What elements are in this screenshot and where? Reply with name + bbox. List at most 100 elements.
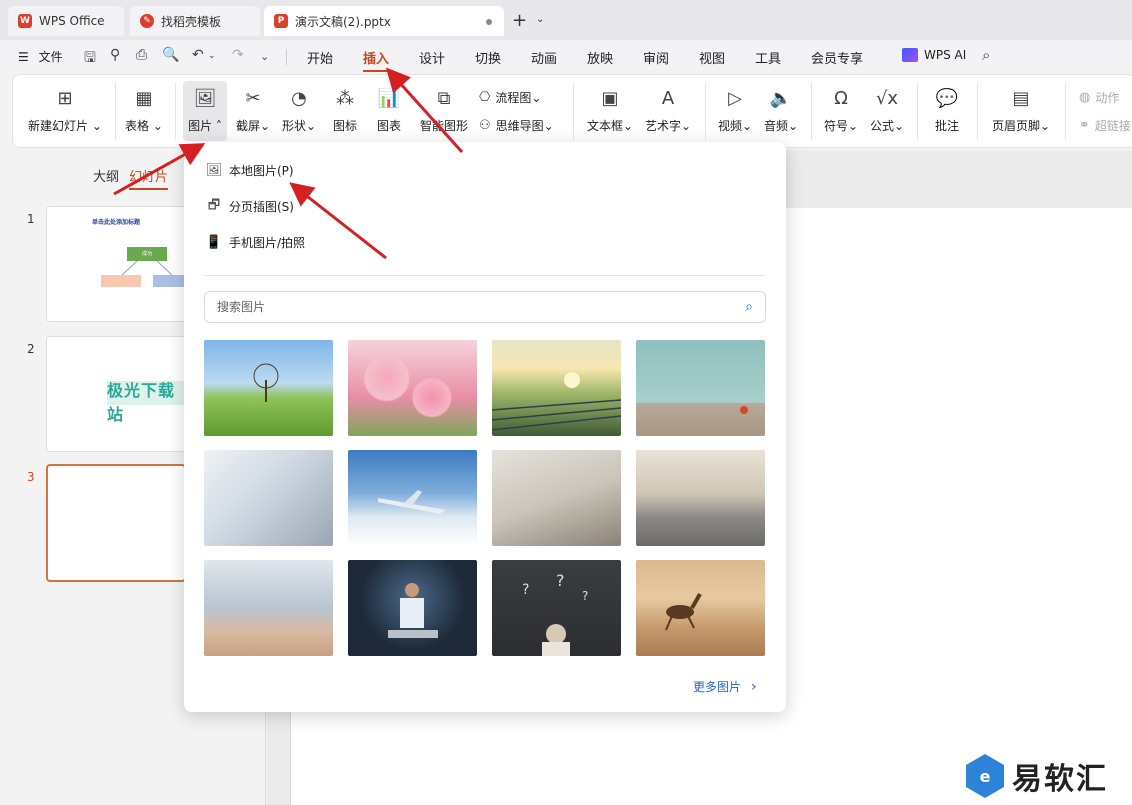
redo-icon[interactable]: ↷ xyxy=(232,47,244,63)
phone-image-icon: 📱 xyxy=(205,235,223,250)
new-tab-plus-icon[interactable]: + xyxy=(512,10,527,31)
screenshot-label: 截屏 xyxy=(235,119,260,133)
picture-search-input[interactable] xyxy=(217,300,746,314)
flowchart-icon: ⎔ xyxy=(479,90,491,105)
more-pictures-label: 更多图片 xyxy=(693,680,742,694)
smartart-icon: ⧉ xyxy=(437,87,451,109)
wps-ai-button[interactable]: WPS AI xyxy=(902,48,966,62)
mindmap-button[interactable]: ⚇ 思维导图 ⌄ xyxy=(479,117,554,134)
textbox-label: 文本框 xyxy=(586,119,623,133)
action-button[interactable]: ◍ 动作 xyxy=(1079,89,1119,106)
menu-transitions[interactable]: 切换 xyxy=(475,48,501,67)
tab-outline[interactable]: 大纲 xyxy=(93,166,119,185)
picture-button[interactable]: 🖼 图片 ˄ xyxy=(183,81,227,141)
local-picture-label: 本地图片(P) xyxy=(229,164,294,178)
tab-label: 找稻壳模板 xyxy=(161,14,222,29)
tab-bar: W WPS Office ✎ 找稻壳模板 P 演示文稿(2).pptx + ⌄ xyxy=(0,0,1132,40)
omega-icon: Ω xyxy=(834,87,848,109)
header-footer-label: 页眉页脚 xyxy=(991,119,1040,133)
print-preview-icon[interactable]: 🔍 xyxy=(162,47,179,63)
local-picture-item[interactable]: 🖼 本地图片(P) xyxy=(206,162,294,179)
solar-rows xyxy=(492,372,621,431)
horse-icon xyxy=(665,593,702,631)
speaker-icon: 🔈 xyxy=(769,87,793,109)
tab-wps-office[interactable]: W WPS Office xyxy=(8,6,124,36)
businessman-celebrating-photo[interactable] xyxy=(348,560,477,656)
symbol-button[interactable]: Ω 符号⌄ xyxy=(819,81,863,141)
screenshot-button[interactable]: ✂ 截屏⌄ xyxy=(231,81,275,141)
menu-view[interactable]: 视图 xyxy=(699,48,725,67)
airplane-icon xyxy=(378,490,446,514)
audio-button[interactable]: 🔈 音频⌄ xyxy=(759,81,803,141)
menu-member[interactable]: 会员专享 xyxy=(811,48,863,67)
new-slide-label: 新建幻灯片 xyxy=(28,119,89,133)
search-icon[interactable]: ⌕ xyxy=(982,46,990,64)
phone-picture-item[interactable]: 📱 手机图片/拍照 xyxy=(206,234,305,251)
paged-image-item[interactable]: 🗗 分页插图(S) xyxy=(206,198,294,215)
menu-start[interactable]: 开始 xyxy=(307,48,333,67)
icon-button[interactable]: ⁂ 图标 xyxy=(325,81,365,141)
slide-box-right xyxy=(153,275,185,287)
slide-thumbnail-2[interactable]: 极光下载站 xyxy=(46,336,186,452)
solar-farm-sunset-photo[interactable] xyxy=(492,340,621,436)
flowchart-button[interactable]: ⎔ 流程图 ⌄ xyxy=(479,89,541,106)
menu-tools[interactable]: 工具 xyxy=(755,48,781,67)
formula-button[interactable]: √x 公式⌄ xyxy=(865,81,909,141)
business-document-photo[interactable] xyxy=(492,450,621,546)
chart-button[interactable]: 📊 图表 xyxy=(369,81,409,141)
smartart-label: 智能图形 xyxy=(419,119,468,133)
more-chevron-icon[interactable]: ⌄ xyxy=(260,50,269,63)
print-icon[interactable]: ⎙ xyxy=(136,47,147,63)
table-icon: ▦ xyxy=(135,87,153,109)
divider xyxy=(977,83,978,139)
chalkboard-question-marks-photo[interactable]: ??? xyxy=(492,560,621,656)
slide-thumbnail-3[interactable] xyxy=(46,464,186,582)
question-marks: ??? xyxy=(522,571,588,656)
file-menu[interactable]: ☰ 文件 xyxy=(18,48,63,65)
gym-treadmills-photo[interactable] xyxy=(636,450,765,546)
wordart-button[interactable]: A 艺术字⌄ xyxy=(641,81,695,141)
smartart-button[interactable]: ⧉ 智能图形 xyxy=(415,81,473,141)
wps-ai-label: WPS AI xyxy=(924,48,967,62)
teal-wall-apple-photo[interactable] xyxy=(636,340,765,436)
tab-presentation[interactable]: P 演示文稿(2).pptx xyxy=(264,6,504,36)
slide-thumbnail-1[interactable]: 单击此处添加标题 成功 xyxy=(46,206,186,322)
tab-slides[interactable]: 幻灯片 xyxy=(129,166,169,190)
undo-icon[interactable]: ↶ xyxy=(192,47,204,63)
table-button[interactable]: ▦ 表格 ⌄ xyxy=(121,81,167,141)
tab-docer-templates[interactable]: ✎ 找稻壳模板 xyxy=(130,6,260,36)
link-icon[interactable]: ⚲ xyxy=(110,47,120,63)
tree-on-meadow-photo[interactable] xyxy=(204,340,333,436)
comment-button[interactable]: 💬 批注 xyxy=(927,81,967,141)
menu-design[interactable]: 设计 xyxy=(419,48,445,67)
search-icon[interactable]: ⌕ xyxy=(745,299,753,315)
picture-search-box[interactable]: ⌕ xyxy=(204,291,766,323)
airplane-sky-photo[interactable] xyxy=(348,450,477,546)
running-horse-photo[interactable] xyxy=(636,560,765,656)
slide-number: 2 xyxy=(27,342,35,356)
save-icon[interactable]: 🖫 xyxy=(84,47,96,71)
comment-icon: 💬 xyxy=(935,87,959,109)
comment-label: 批注 xyxy=(934,119,959,133)
video-button[interactable]: ▷ 视频⌄ xyxy=(713,81,757,141)
shape-button[interactable]: ◔ 形状⌄ xyxy=(277,81,321,141)
wps-ai-icon xyxy=(902,48,918,62)
hyperlink-button[interactable]: ⚭ 超链接 xyxy=(1079,117,1131,134)
wordart-icon: A xyxy=(661,87,675,109)
shape-label: 形状 xyxy=(281,119,306,133)
menu-animation[interactable]: 动画 xyxy=(531,48,557,67)
unsaved-dot-icon[interactable] xyxy=(486,19,492,25)
textbox-button[interactable]: ▣ 文本框⌄ xyxy=(585,81,635,141)
chevron-down-icon[interactable]: ⌄ xyxy=(536,14,544,25)
menu-insert[interactable]: 插入 xyxy=(363,48,390,72)
menu-review[interactable]: 审阅 xyxy=(643,48,669,67)
chevron-down-icon[interactable]: ⌄ xyxy=(208,51,216,61)
more-pictures-link[interactable]: 更多图片 › xyxy=(693,678,757,695)
hands-phone-photo[interactable] xyxy=(204,450,333,546)
pink-tulips-photo[interactable] xyxy=(348,340,477,436)
hands-raised-team-photo[interactable] xyxy=(204,560,333,656)
new-slide-button[interactable]: ⊞ 新建幻灯片 ⌄ xyxy=(27,81,103,141)
menu-slideshow[interactable]: 放映 xyxy=(587,48,613,67)
chart-label: 图表 xyxy=(376,119,401,133)
header-footer-button[interactable]: ▤ 页眉页脚⌄ xyxy=(989,81,1053,141)
